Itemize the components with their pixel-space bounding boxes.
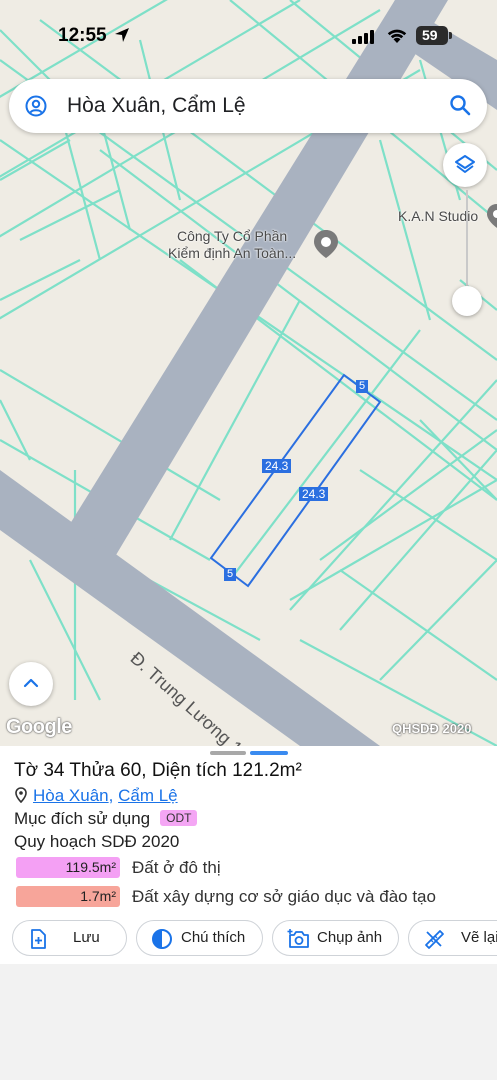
location-pin-icon bbox=[15, 787, 27, 803]
layers-button[interactable] bbox=[443, 143, 487, 187]
parcel-info-sheet[interactable]: Tờ 34 Thửa 60, Diện tích 121.2m² Hòa Xuâ… bbox=[0, 746, 497, 964]
poi-pin-studio-icon[interactable] bbox=[486, 203, 497, 229]
plan-label: Quy hoạch SDĐ 2020 bbox=[14, 832, 180, 851]
parcel-label-left: 24.3 bbox=[262, 459, 292, 473]
redraw-button[interactable]: Vẽ lại bbox=[408, 920, 497, 956]
purpose-label: Mục đích sử dụng bbox=[14, 809, 151, 828]
action-bar: Lưu Chú thích Chụp ảnh Vẽ lại bbox=[12, 920, 497, 956]
district-link[interactable]: Cẩm Lệ bbox=[118, 786, 178, 805]
redraw-label: Vẽ lại bbox=[461, 929, 497, 946]
battery-indicator: 59 bbox=[416, 26, 448, 45]
layer-label: QHSDĐ 2020 bbox=[392, 721, 472, 736]
expand-button[interactable] bbox=[9, 662, 53, 706]
status-time: 12:55 bbox=[58, 25, 107, 46]
status-bar: 12:55 59 bbox=[0, 0, 497, 70]
location-arrow-icon bbox=[115, 28, 129, 42]
search-query[interactable]: Hòa Xuân, Cẩm Lệ bbox=[67, 94, 246, 118]
save-label: Lưu bbox=[73, 929, 100, 946]
plan-row-1-label: Đất ở đô thị bbox=[132, 858, 221, 877]
capture-button[interactable]: Chụp ảnh bbox=[272, 920, 399, 956]
poi-label-company[interactable]: Công Ty Cổ Phần Kiểm định An Toàn... bbox=[168, 228, 296, 262]
legend-button[interactable]: Chú thích bbox=[136, 920, 263, 956]
ruler-pencil-icon bbox=[425, 930, 444, 949]
purpose-badge: ODT bbox=[160, 810, 198, 826]
capture-label: Chụp ảnh bbox=[317, 929, 383, 946]
search-icon[interactable] bbox=[449, 94, 471, 116]
parcel-label-right: 24.3 bbox=[299, 487, 329, 501]
parcel-title: Tờ 34 Thửa 60, Diện tích 121.2m² bbox=[14, 760, 302, 781]
chevron-up-icon bbox=[23, 678, 39, 688]
poi-pin-icon[interactable] bbox=[313, 229, 339, 259]
battery-tip bbox=[449, 32, 452, 39]
opacity-slider-knob[interactable] bbox=[452, 286, 482, 316]
plan-row-2-area: 1.7m² bbox=[16, 886, 120, 907]
search-bar[interactable]: Hòa Xuân, Cẩm Lệ bbox=[9, 79, 487, 133]
sheet-handle-left[interactable] bbox=[210, 751, 246, 755]
poi-company-line1: Công Ty Cổ Phần bbox=[176, 228, 288, 244]
address-separator: , bbox=[108, 786, 114, 805]
parcel-label-bottom: 5 bbox=[224, 568, 237, 581]
plan-row-1-area: 119.5m² bbox=[16, 857, 120, 878]
wifi-icon bbox=[387, 29, 407, 43]
layers-icon bbox=[455, 155, 475, 173]
legend-label: Chú thích bbox=[181, 929, 246, 946]
save-button[interactable]: Lưu bbox=[12, 920, 127, 956]
add-file-icon bbox=[31, 929, 46, 949]
add-camera-icon bbox=[287, 929, 309, 948]
purpose-row: Mục đích sử dụng ODT bbox=[14, 809, 198, 829]
poi-company-line2: Kiểm định An Toàn... bbox=[168, 245, 297, 261]
sheet-handle-right[interactable] bbox=[250, 751, 288, 755]
parcel-address: Hòa Xuân, Cẩm Lệ bbox=[15, 786, 178, 806]
plan-row-2-label: Đất xây dựng cơ sở giáo dục và đào tạo bbox=[132, 887, 436, 906]
account-icon[interactable] bbox=[25, 95, 47, 117]
parcel-label-top: 5 bbox=[356, 380, 369, 393]
contrast-icon bbox=[152, 929, 172, 949]
google-logo: Google bbox=[6, 716, 72, 738]
signal-icon bbox=[352, 30, 374, 44]
ward-link[interactable]: Hòa Xuân bbox=[33, 786, 109, 805]
